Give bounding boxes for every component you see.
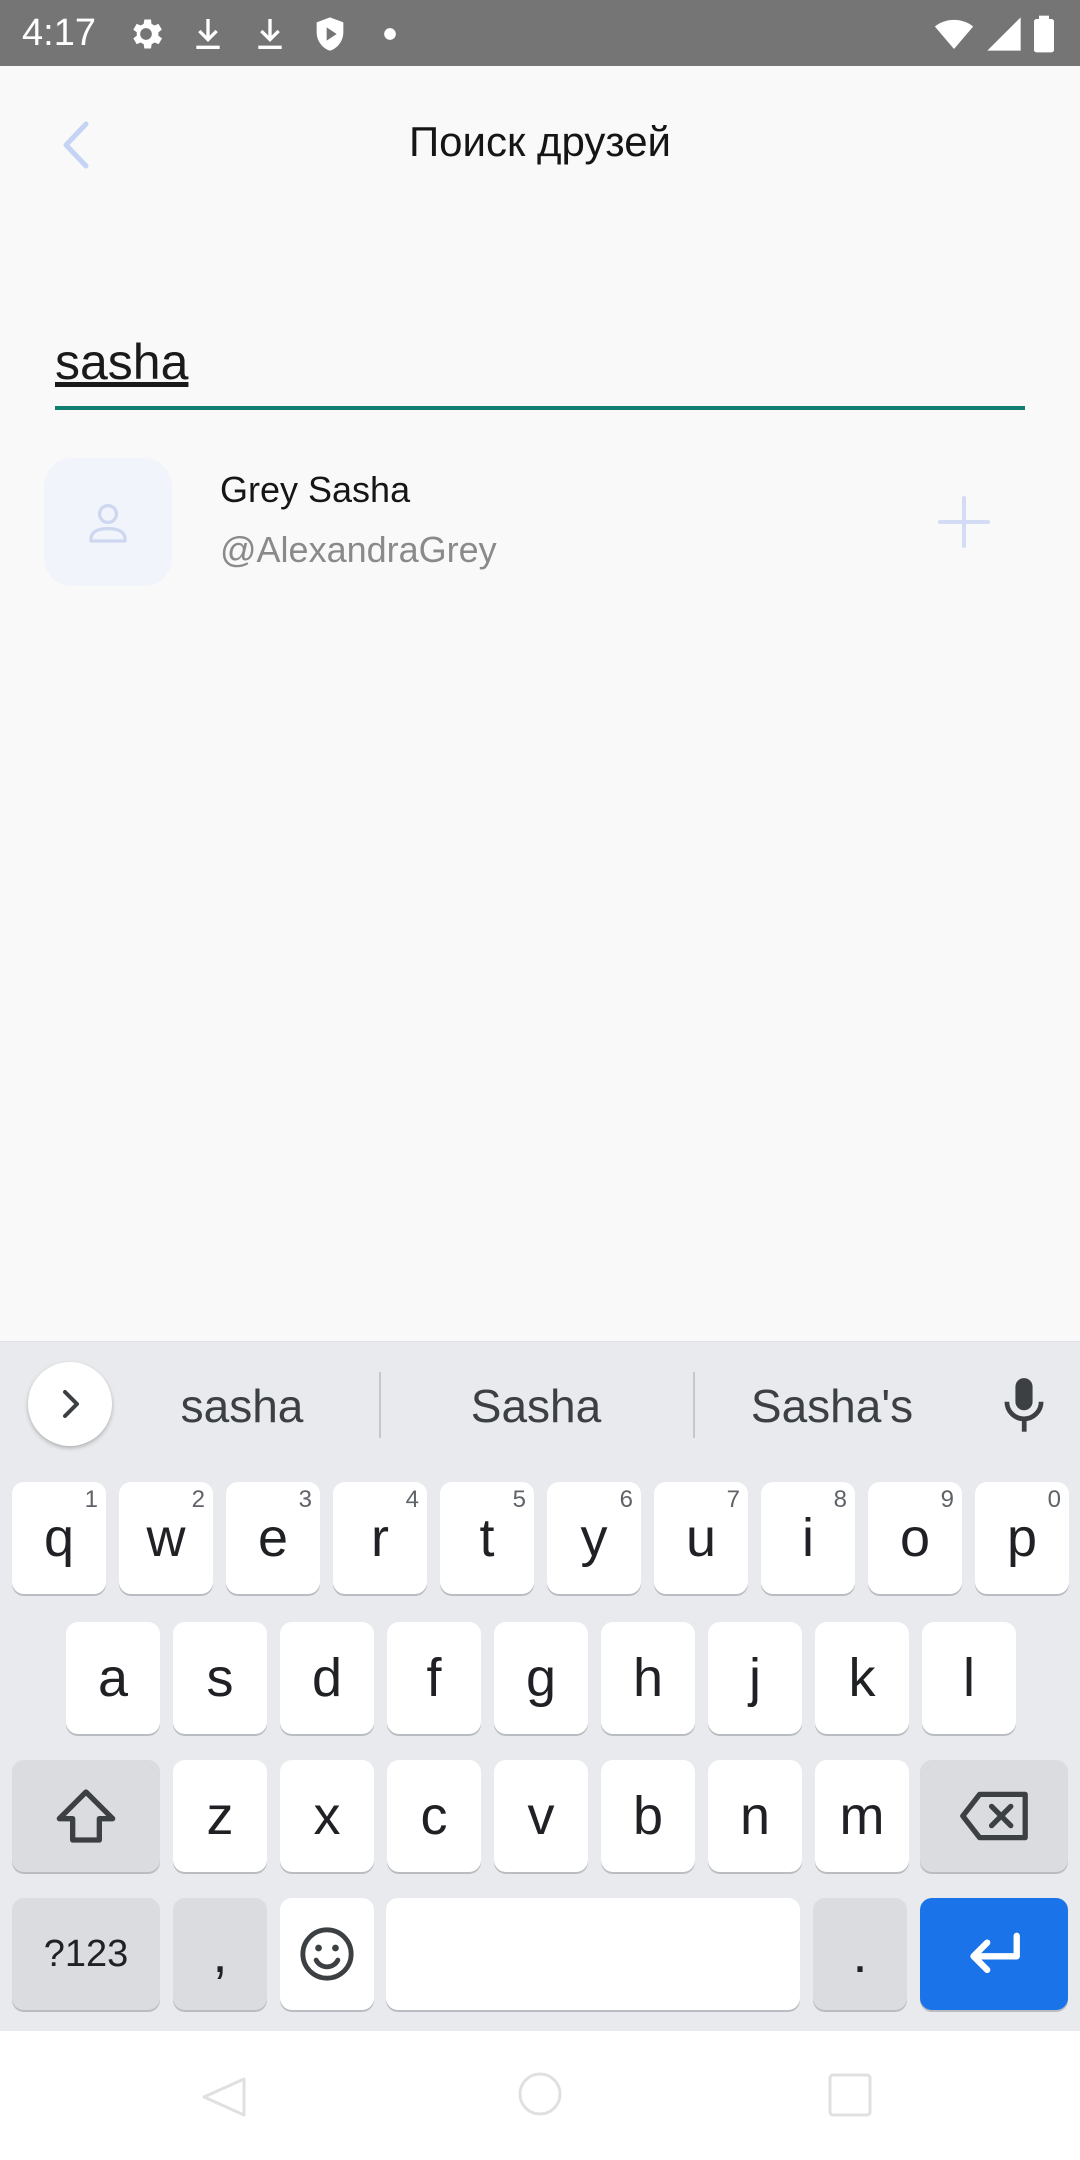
key-o[interactable]: o9 — [868, 1482, 962, 1594]
key-h[interactable]: h — [601, 1622, 695, 1734]
nav-home-button[interactable] — [517, 2071, 563, 2117]
cell-signal-icon — [984, 14, 1024, 54]
key-x[interactable]: x — [280, 1760, 374, 1872]
key-q[interactable]: q1 — [12, 1482, 106, 1594]
key-u[interactable]: u7 — [654, 1482, 748, 1594]
emoji-key[interactable] — [280, 1898, 374, 2010]
avatar — [44, 458, 172, 586]
space-key[interactable] — [386, 1898, 800, 2010]
dot-icon — [370, 14, 410, 54]
period-key[interactable]: . — [813, 1898, 907, 2010]
page-title: Поиск друзей — [408, 118, 672, 165]
key-s[interactable]: s — [173, 1622, 267, 1734]
shield-icon — [310, 14, 350, 54]
suggestion-2[interactable]: Sasha — [400, 1376, 672, 1436]
key-j[interactable]: j — [708, 1622, 802, 1734]
circle-home-icon — [518, 2072, 562, 2116]
key-r[interactable]: r4 — [333, 1482, 427, 1594]
backspace-icon — [960, 1791, 1028, 1841]
result-username: @AlexandraGrey — [220, 529, 497, 570]
battery-icon — [1030, 14, 1058, 54]
add-friend-button[interactable] — [924, 482, 1004, 562]
nav-recents-button[interactable] — [828, 2073, 872, 2117]
search-input[interactable] — [55, 318, 1025, 406]
key-a[interactable]: a — [66, 1622, 160, 1734]
suggestion-divider — [693, 1372, 695, 1438]
download-icon — [188, 14, 228, 54]
suggestions-toggle-button[interactable] — [28, 1362, 112, 1446]
status-time: 4:17 — [22, 12, 96, 54]
backspace-key[interactable] — [920, 1760, 1068, 1872]
key-k[interactable]: k — [815, 1622, 909, 1734]
key-w[interactable]: w2 — [119, 1482, 213, 1594]
microphone-icon — [1004, 1378, 1044, 1432]
triangle-back-icon — [202, 2077, 246, 2117]
chevron-right-icon — [63, 1390, 79, 1418]
key-f[interactable]: f — [387, 1622, 481, 1734]
suggestion-1[interactable]: sasha — [130, 1376, 354, 1436]
shift-icon — [56, 1789, 116, 1843]
result-name: Grey Sasha — [220, 469, 411, 510]
navigation-bar — [0, 2031, 1080, 2160]
emoji-icon — [300, 1927, 354, 1981]
key-l[interactable]: l — [922, 1622, 1016, 1734]
gear-icon — [126, 14, 166, 54]
key-n[interactable]: n — [708, 1760, 802, 1872]
key-d[interactable]: d — [280, 1622, 374, 1734]
key-i[interactable]: i8 — [761, 1482, 855, 1594]
mic-button[interactable] — [998, 1376, 1050, 1436]
status-bar: 4:17 — [0, 0, 1080, 66]
enter-arrow-icon — [970, 1932, 1020, 1974]
search-field[interactable] — [55, 318, 1025, 414]
key-t[interactable]: t5 — [440, 1482, 534, 1594]
key-g[interactable]: g — [494, 1622, 588, 1734]
suggestion-3[interactable]: Sasha's — [712, 1376, 952, 1436]
symbols-key[interactable]: ?123 — [12, 1898, 160, 2010]
key-p[interactable]: p0 — [975, 1482, 1069, 1594]
wifi-icon — [934, 14, 974, 54]
person-icon — [89, 504, 127, 543]
key-b[interactable]: b — [601, 1760, 695, 1872]
nav-back-button[interactable] — [200, 2077, 250, 2117]
key-c[interactable]: c — [387, 1760, 481, 1872]
keyboard: sasha Sasha Sasha's q1 w2 e3 r4 t5 y6 u7… — [0, 1341, 1080, 2032]
shift-key[interactable] — [12, 1760, 160, 1872]
enter-key[interactable] — [920, 1898, 1068, 2010]
key-v[interactable]: v — [494, 1760, 588, 1872]
plus-icon — [938, 496, 990, 548]
suggestion-divider — [379, 1372, 381, 1438]
key-y[interactable]: y6 — [547, 1482, 641, 1594]
comma-key[interactable]: , — [173, 1898, 267, 2010]
key-e[interactable]: e3 — [226, 1482, 320, 1594]
search-underline — [55, 406, 1025, 410]
download-icon — [250, 14, 290, 54]
key-z[interactable]: z — [173, 1760, 267, 1872]
key-m[interactable]: m — [815, 1760, 909, 1872]
square-recents-icon — [828, 2073, 872, 2117]
list-item[interactable]: Grey Sasha @AlexandraGrey — [44, 458, 1044, 586]
